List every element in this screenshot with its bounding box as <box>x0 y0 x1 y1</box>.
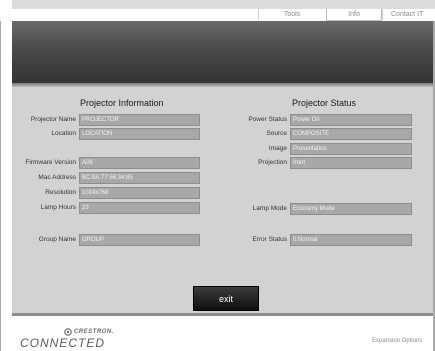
mac-address-label: Mac Address <box>38 174 76 181</box>
top-navigation: Tools Info Contact IT Help <box>0 0 435 29</box>
lamp-mode-label: Lamp Mode <box>252 205 287 212</box>
firmware-version-value: A06 <box>79 157 200 169</box>
source-value: COMPOSITE <box>290 128 412 140</box>
projector-status-title: Projector Status <box>292 98 357 108</box>
projection-label: Projection <box>258 159 287 166</box>
lamp-mode-value: Economy Mode <box>290 203 412 215</box>
connected-wordmark: CONNECTED <box>20 336 106 350</box>
group-name-value: GROUP <box>79 234 200 246</box>
tab-contact-it-help[interactable]: Contact IT Help <box>382 9 435 29</box>
tab-info[interactable]: Info <box>326 9 382 21</box>
expansion-options-link[interactable]: Expansion Options <box>372 338 422 344</box>
projection-value: front <box>290 157 412 169</box>
image-label: Image <box>268 145 287 152</box>
projector-name-label: Projector Name <box>30 116 76 123</box>
group-name-label: Group Name <box>38 236 76 243</box>
crestron-connected-logo: CRESTRON. CONNECTED <box>20 328 120 350</box>
lamp-hours-label: Lamp Hours <box>40 204 76 211</box>
image-value: Presentation <box>290 143 412 155</box>
source-label: Source <box>266 130 287 137</box>
crestron-swirl-icon <box>64 328 72 336</box>
projector-name-value: PROJECTOR <box>79 114 200 126</box>
frame-border-left <box>0 0 1 351</box>
exit-button[interactable]: exit <box>193 286 259 311</box>
error-status-value: 0:Normal <box>290 234 412 246</box>
location-label: Location <box>51 130 76 137</box>
lamp-hours-value: 23 <box>79 202 200 214</box>
power-status-value: Power On <box>290 114 412 126</box>
projector-information-title: Projector Information <box>80 98 164 108</box>
error-status-label: Error Status <box>252 236 287 243</box>
crestron-wordmark: CRESTRON. <box>74 329 114 335</box>
footer-divider <box>12 313 433 316</box>
firmware-version-label: Firmware Version <box>25 159 76 166</box>
main-panel: Projector Information Projector Name PRO… <box>12 87 433 313</box>
resolution-value: 1024x768 <box>79 187 200 199</box>
header-banner <box>12 21 433 83</box>
top-strip <box>12 0 435 9</box>
resolution-label: Resolution <box>45 189 76 196</box>
tab-tools[interactable]: Tools <box>258 9 325 20</box>
location-value: LOCATION <box>79 128 200 140</box>
mac-address-value: BC:9A:77:56:34:85 <box>79 172 200 184</box>
power-status-label: Power Status <box>248 116 287 123</box>
